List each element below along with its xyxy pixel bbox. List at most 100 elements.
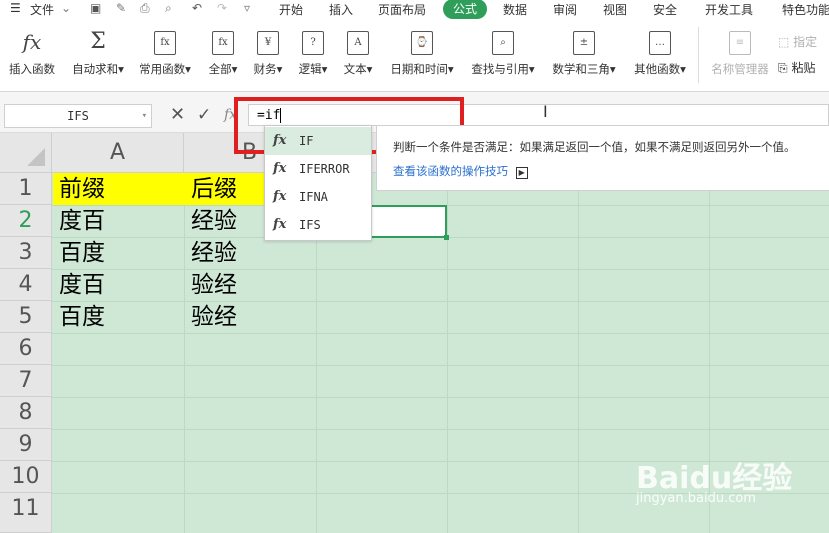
assign-label: 指定 — [793, 35, 818, 49]
tab-home[interactable]: 开始 — [279, 1, 303, 18]
save-icon[interactable]: ▣ — [90, 1, 101, 15]
chevron-down-icon[interactable]: ⌄ — [61, 1, 71, 15]
question-icon: ? — [302, 31, 324, 55]
function-icon: fx — [273, 133, 287, 148]
undo-icon[interactable]: ↶ — [192, 1, 202, 15]
autocomplete-item-label: IFERROR — [299, 162, 350, 176]
cell-b5[interactable]: 验经 — [185, 301, 316, 333]
text-label: 文本▾ — [343, 62, 373, 76]
row-header-6[interactable]: 6 — [0, 333, 52, 365]
name-box-dropdown-icon[interactable]: ▾ — [142, 105, 147, 127]
row-header-4[interactable]: 4 — [0, 269, 52, 301]
paste-button[interactable]: ⎘ 粘贴 — [778, 59, 815, 76]
cell-b3[interactable]: 经验 — [185, 237, 316, 269]
row-header-7[interactable]: 7 — [0, 365, 52, 397]
other-functions-label: 其他函数▾ — [634, 62, 686, 76]
ribbon-divider — [698, 27, 699, 83]
video-icon: ▶ — [515, 167, 528, 179]
row-header-11[interactable]: 11 — [0, 493, 52, 533]
file-menu[interactable]: 文件 — [30, 1, 54, 18]
tooltip-link-label: 查看该函数的操作技巧 — [393, 164, 508, 178]
autocomplete-item-if[interactable]: fx IF — [265, 127, 371, 155]
autosum-button[interactable]: Σ 自动求和▾ — [72, 31, 124, 77]
tab-developer[interactable]: 开发工具 — [705, 1, 753, 18]
common-functions-button[interactable]: fx 常用函数▾ — [139, 31, 191, 76]
tab-view[interactable]: 视图 — [603, 1, 627, 18]
column-header-a[interactable]: A — [52, 133, 184, 173]
paste-label: 粘贴 — [791, 61, 816, 75]
name-box[interactable]: IFS ▾ — [4, 104, 152, 128]
autocomplete-item-iferror[interactable]: fx IFERROR — [265, 155, 371, 183]
cell-a1[interactable]: 前缀 — [53, 173, 184, 205]
row-header-2[interactable]: 2 — [0, 205, 52, 237]
autocomplete-item-ifs[interactable]: fx IFS — [265, 211, 371, 239]
name-box-value: IFS — [67, 109, 89, 123]
row-header-8[interactable]: 8 — [0, 397, 52, 429]
grid-line — [578, 173, 579, 533]
tab-security[interactable]: 安全 — [653, 1, 677, 18]
yen-icon: ¥ — [257, 31, 279, 55]
row-header-3[interactable]: 3 — [0, 237, 52, 269]
print-icon[interactable]: ⎙ — [140, 1, 150, 16]
function-icon: fx — [212, 31, 234, 55]
text-button[interactable]: A 文本▾ — [336, 31, 380, 76]
autocomplete-item-ifna[interactable]: fx IFNA — [265, 183, 371, 211]
common-functions-label: 常用函数▾ — [139, 62, 191, 76]
function-icon: fx — [273, 217, 287, 232]
cell-b4[interactable]: 验经 — [185, 269, 316, 301]
datetime-button[interactable]: ⌚ 日期和时间▾ — [390, 31, 454, 76]
format-painter-icon[interactable]: ✎ — [116, 1, 126, 15]
row-header-1[interactable]: 1 — [0, 173, 52, 205]
confirm-icon[interactable]: ✓ — [197, 104, 211, 126]
select-all-triangle-icon — [27, 148, 45, 166]
lookup-button[interactable]: ⌕ 查找与引用▾ — [471, 31, 535, 76]
tooltip-description: 判断一个条件是否满足：如果满足返回一个值，如果不满足则返回另外一个值。 — [393, 140, 796, 154]
function-autocomplete: fx IF fx IFERROR fx IFNA fx IFS — [264, 125, 372, 241]
row-header-10[interactable]: 10 — [0, 461, 52, 493]
tooltip-link[interactable]: 查看该函数的操作技巧 ▶ — [393, 163, 528, 179]
row-header-9[interactable]: 9 — [0, 429, 52, 461]
watermark-url: jingyan.baidu.com — [636, 491, 756, 506]
grid-line — [52, 429, 829, 430]
finance-button[interactable]: ¥ 财务▾ — [246, 31, 290, 76]
function-tooltip: 判断一个条件是否满足：如果满足返回一个值，如果不满足则返回另外一个值。 查看该函… — [376, 125, 829, 191]
grid-line — [447, 173, 448, 533]
autosum-label: 自动求和▾ — [72, 62, 124, 76]
tab-review[interactable]: 审阅 — [553, 1, 577, 18]
tab-data[interactable]: 数据 — [503, 1, 527, 18]
other-functions-button[interactable]: … 其他函数▾ — [634, 31, 686, 76]
function-icon: fx — [273, 189, 287, 204]
insert-function-label: 插入函数 — [9, 62, 55, 76]
quick-access-chevron-icon[interactable]: ▿ — [244, 1, 250, 15]
tab-page-layout[interactable]: 页面布局 — [378, 1, 426, 18]
clock-icon: ⌚ — [411, 31, 433, 55]
cell-a5[interactable]: 百度 — [53, 301, 184, 333]
row-header-5[interactable]: 5 — [0, 301, 52, 333]
name-manager-button[interactable]: ≡ 名称管理器 — [711, 31, 769, 76]
magnifier-icon: ⌕ — [492, 31, 514, 55]
logic-label: 逻辑▾ — [298, 62, 328, 76]
hamburger-icon[interactable]: ☰ — [10, 1, 21, 15]
redo-icon[interactable]: ↷ — [217, 1, 227, 15]
fill-handle[interactable] — [444, 235, 449, 240]
grid-line — [52, 397, 829, 398]
autocomplete-item-label: IFS — [299, 218, 321, 232]
cell-a4[interactable]: 度百 — [53, 269, 184, 301]
select-all-corner[interactable] — [0, 133, 52, 173]
star-function-icon: fx — [154, 31, 176, 55]
tab-insert[interactable]: 插入 — [329, 1, 353, 18]
tab-special[interactable]: 特色功能 — [782, 1, 829, 18]
all-functions-button[interactable]: fx 全部▾ — [201, 31, 245, 76]
print-preview-icon[interactable]: ⌕ — [165, 1, 172, 16]
tab-formula[interactable]: 公式 — [443, 0, 487, 19]
math-button[interactable]: ± 数学和三角▾ — [552, 31, 616, 76]
autocomplete-item-label: IFNA — [299, 190, 328, 204]
finance-label: 财务▾ — [253, 62, 283, 76]
cancel-icon[interactable]: ✕ — [170, 104, 185, 126]
logic-button[interactable]: ? 逻辑▾ — [291, 31, 335, 76]
cell-a2[interactable]: 度百 — [53, 205, 184, 237]
assign-button[interactable]: ⬚ 指定 — [778, 33, 817, 50]
cell-a3[interactable]: 百度 — [53, 237, 184, 269]
grid-line — [52, 333, 829, 334]
insert-function-button[interactable]: fx 插入函数 — [9, 31, 55, 76]
